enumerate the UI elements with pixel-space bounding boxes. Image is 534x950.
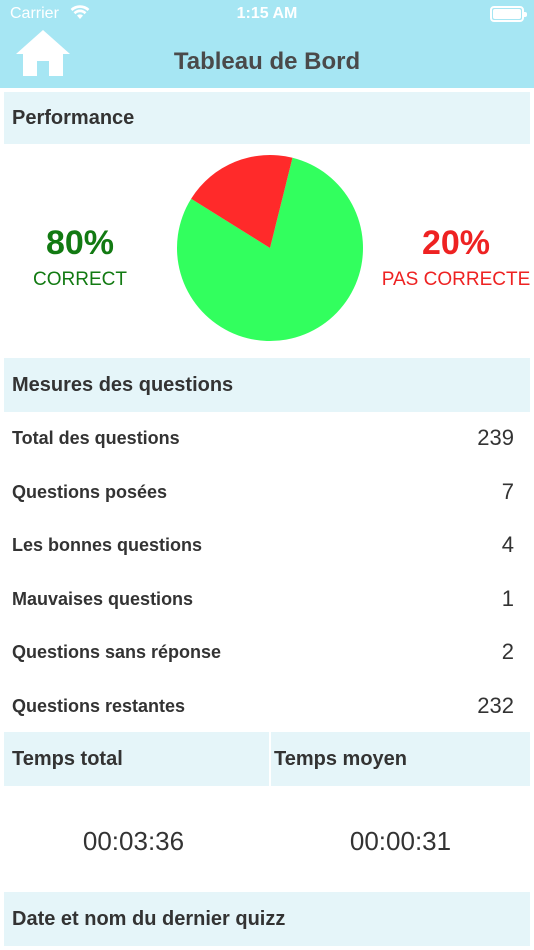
metric-label: Questions restantes: [12, 695, 186, 716]
metric-value: 2: [501, 639, 514, 664]
header-bar: Carrier 1:15 AM Tableau de Bord: [0, 0, 534, 88]
metric-value: 1: [501, 586, 514, 611]
incorrect-summary: 20% PAS CORRECTE: [376, 224, 534, 291]
performance-panel: 80% CORRECT 20% PAS CORRECTE: [0, 144, 534, 354]
performance-section-header: Performance: [4, 92, 530, 144]
metric-row-remaining: Questions restantes 232: [12, 686, 514, 726]
metric-label: Total des questions: [12, 427, 180, 448]
average-time-value: 00:00:31: [349, 826, 452, 856]
incorrect-label: PAS CORRECTE: [381, 269, 531, 290]
metric-value: 239: [477, 425, 514, 450]
correct-summary: 80% CORRECT: [0, 224, 160, 291]
incorrect-percentage: 20%: [421, 224, 491, 262]
metric-label: Les bonnes questions: [12, 534, 203, 555]
performance-pie-chart: [177, 155, 363, 341]
metric-row-unanswered: Questions sans réponse 2: [12, 632, 514, 672]
correct-label: CORRECT: [33, 269, 127, 290]
page-title: Tableau de Bord: [173, 48, 361, 75]
metric-value: 232: [477, 693, 514, 718]
metric-value: 7: [501, 479, 514, 504]
metric-row-total: Total des questions 239: [12, 418, 514, 458]
total-time-header: Temps total: [4, 732, 269, 786]
total-time-value: 00:03:36: [82, 826, 185, 856]
metric-row-asked: Questions posées 7: [12, 472, 514, 512]
last-quiz-section-header: Date et nom du dernier quizz: [4, 892, 530, 946]
metric-label: Questions sans réponse: [12, 641, 222, 662]
status-time: 1:15 AM: [236, 5, 298, 22]
correct-percentage: 80%: [45, 224, 115, 262]
metric-row-wrong: Mauvaises questions 1: [12, 579, 514, 619]
metric-value: 4: [501, 532, 514, 557]
status-bar: Carrier 1:15 AM: [0, 0, 534, 30]
battery-icon: [490, 6, 527, 22]
average-time-header: Temps moyen: [271, 732, 530, 786]
metric-row-correct: Les bonnes questions 4: [12, 525, 514, 565]
metric-label: Questions posées: [12, 481, 168, 502]
metric-label: Mauvaises questions: [12, 588, 194, 609]
metrics-section-header: Mesures des questions: [4, 358, 530, 412]
